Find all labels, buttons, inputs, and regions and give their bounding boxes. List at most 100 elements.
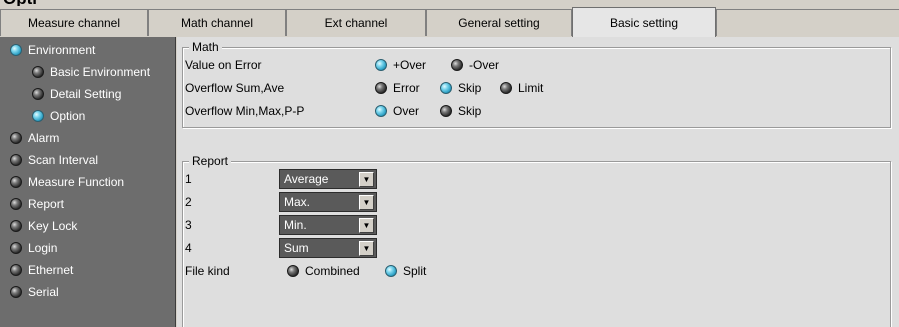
- tab-math-channel[interactable]: Math channel: [148, 9, 286, 36]
- chevron-down-icon[interactable]: ▼: [359, 171, 374, 187]
- select-value: Max.: [284, 195, 311, 209]
- tab-ext-channel[interactable]: Ext channel: [286, 9, 426, 36]
- tab-label: General setting: [458, 16, 540, 30]
- radio-label: Split: [403, 264, 427, 278]
- sidebar-item-serial[interactable]: Serial: [10, 281, 59, 303]
- sidebar-item-report[interactable]: Report: [10, 193, 64, 215]
- radio-label: +Over: [393, 58, 427, 72]
- led-on-icon: [32, 110, 44, 122]
- led-on-icon: [10, 44, 22, 56]
- sidebar-item-basic-environment[interactable]: Basic Environment: [32, 61, 150, 83]
- led-on-icon: [375, 59, 387, 71]
- report-row-4: 4 Sum ▼: [183, 237, 883, 259]
- sidebar-item-detail-setting[interactable]: Detail Setting: [32, 83, 121, 105]
- led-off-icon: [10, 220, 22, 232]
- radio-label: Error: [393, 81, 420, 95]
- sidebar-item-label: Measure Function: [28, 175, 125, 189]
- led-off-icon: [32, 66, 44, 78]
- radio-label: -Over: [469, 58, 499, 72]
- led-off-icon: [10, 176, 22, 188]
- report-item-number: 1: [185, 172, 192, 186]
- sidebar-item-label: Alarm: [28, 131, 60, 145]
- sidebar-item-option[interactable]: Option: [32, 105, 85, 127]
- sidebar-item-label: Login: [28, 241, 58, 255]
- sidebar-item-label: Scan Interval: [28, 153, 99, 167]
- math-group: Math Value on Error +Over -Over Overflow…: [182, 40, 891, 128]
- sidebar-item-label: Basic Environment: [50, 65, 151, 79]
- radio-combined[interactable]: Combined: [287, 264, 360, 278]
- chevron-down-icon[interactable]: ▼: [359, 194, 374, 210]
- report-row-1: 1 Average ▼: [183, 168, 883, 190]
- tab-measure-channel[interactable]: Measure channel: [0, 9, 148, 36]
- sidebar-item-alarm[interactable]: Alarm: [10, 127, 59, 149]
- sidebar-item-label: Report: [28, 197, 65, 211]
- row-label: Overflow Min,Max,P-P: [185, 104, 305, 118]
- settings-panel: Math Value on Error +Over -Over Overflow…: [177, 37, 899, 327]
- tab-label: Basic setting: [609, 15, 679, 30]
- led-on-icon: [440, 82, 452, 94]
- led-off-icon: [287, 265, 299, 277]
- tab-label: Ext channel: [324, 16, 388, 30]
- sidebar-item-label: Ethernet: [28, 263, 74, 277]
- radio-split[interactable]: Split: [385, 264, 426, 278]
- report-item-3-select[interactable]: Min. ▼: [279, 215, 377, 235]
- select-value: Sum: [284, 241, 309, 255]
- chevron-down-icon[interactable]: ▼: [359, 217, 374, 233]
- tab-bar: Measure channel Math channel Ext channel…: [0, 6, 899, 37]
- report-item-2-select[interactable]: Max. ▼: [279, 192, 377, 212]
- report-row-3: 3 Min. ▼: [183, 214, 883, 236]
- math-row-value-on-error: Value on Error +Over -Over: [183, 54, 883, 76]
- sidebar-item-key-lock[interactable]: Key Lock: [10, 215, 77, 237]
- sidebar-item-scan-interval[interactable]: Scan Interval: [10, 149, 98, 171]
- tab-label: Math channel: [180, 16, 254, 30]
- row-label: File kind: [185, 264, 230, 278]
- led-off-icon: [10, 132, 22, 144]
- led-off-icon: [32, 88, 44, 100]
- sidebar-item-login[interactable]: Login: [10, 237, 57, 259]
- radio-label: Skip: [458, 104, 482, 118]
- select-value: Min.: [284, 218, 307, 232]
- radio-skip[interactable]: Skip: [440, 104, 481, 118]
- led-off-icon: [10, 154, 22, 166]
- report-group: Report 1 Average ▼ 2 Max. ▼ 3 Min. ▼ 4 S…: [182, 154, 891, 327]
- led-off-icon: [440, 105, 452, 117]
- math-row-overflow-sum-ave: Overflow Sum,Ave Error Skip Limit: [183, 77, 883, 99]
- led-off-icon: [10, 286, 22, 298]
- sidebar-item-label: Environment: [28, 43, 96, 57]
- math-row-overflow-min-max-pp: Overflow Min,Max,P-P Over Skip: [183, 100, 883, 122]
- report-group-title: Report: [189, 154, 232, 168]
- radio-label: Combined: [305, 264, 360, 278]
- row-label: Value on Error: [185, 58, 262, 72]
- sidebar-item-label: Key Lock: [28, 219, 78, 233]
- led-off-icon: [10, 264, 22, 276]
- led-off-icon: [10, 242, 22, 254]
- radio-over[interactable]: Over: [375, 104, 419, 118]
- chevron-down-icon[interactable]: ▼: [359, 240, 374, 256]
- radio-error[interactable]: Error: [375, 81, 420, 95]
- report-item-1-select[interactable]: Average ▼: [279, 169, 377, 189]
- led-off-icon: [500, 82, 512, 94]
- report-item-number: 3: [185, 218, 192, 232]
- led-off-icon: [10, 198, 22, 210]
- sidebar-item-ethernet[interactable]: Ethernet: [10, 259, 73, 281]
- sidebar-item-measure-function[interactable]: Measure Function: [10, 171, 124, 193]
- tab-general-setting[interactable]: General setting: [426, 9, 572, 36]
- led-on-icon: [385, 265, 397, 277]
- math-group-title: Math: [189, 40, 222, 54]
- report-row-file-kind: File kind Combined Split: [183, 260, 883, 282]
- tab-basic-setting[interactable]: Basic setting: [572, 7, 716, 37]
- sidebar-item-environment[interactable]: Environment: [10, 39, 95, 61]
- report-item-4-select[interactable]: Sum ▼: [279, 238, 377, 258]
- sidebar: Environment Basic Environment Detail Set…: [0, 37, 176, 327]
- radio-label: Limit: [518, 81, 544, 95]
- row-label: Overflow Sum,Ave: [185, 81, 285, 95]
- radio-label: Over: [393, 104, 420, 118]
- radio-limit[interactable]: Limit: [500, 81, 543, 95]
- radio-minus-over[interactable]: -Over: [451, 58, 499, 72]
- radio-skip[interactable]: Skip: [440, 81, 481, 95]
- sidebar-item-label: Option: [50, 109, 86, 123]
- tab-label: Measure channel: [27, 16, 121, 30]
- select-value: Average: [284, 172, 329, 186]
- report-item-number: 4: [185, 241, 192, 255]
- radio-plus-over[interactable]: +Over: [375, 58, 426, 72]
